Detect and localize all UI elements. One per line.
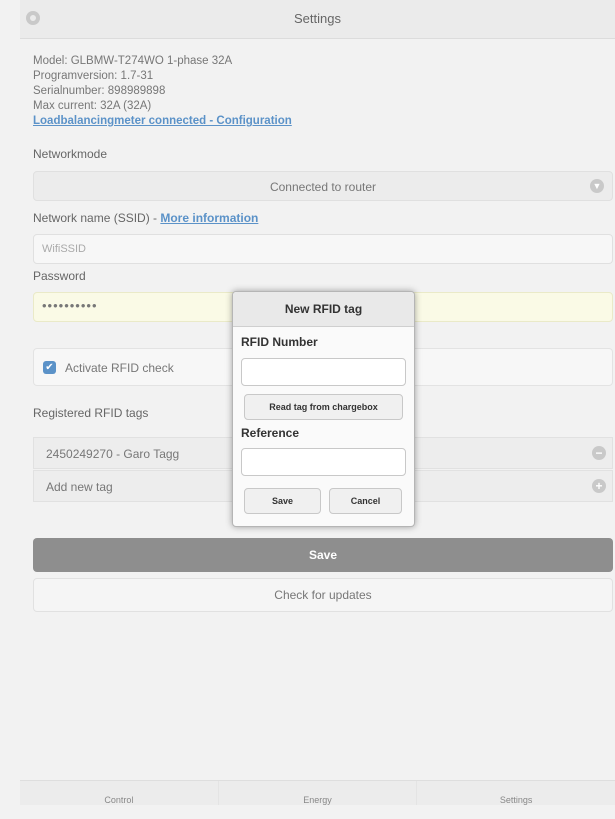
serial-number-text: Serialnumber: 898989898 [33, 85, 166, 97]
ssid-input[interactable]: WifiSSID [33, 234, 613, 264]
dialog-cancel-button[interactable]: Cancel [329, 488, 402, 514]
chevron-down-icon: ▼ [590, 179, 604, 193]
max-current-text: Max current: 32A (32A) [33, 100, 152, 112]
activate-rfid-checkbox[interactable]: ✔ [43, 361, 56, 374]
networkmode-select[interactable]: Connected to router ▼ [33, 171, 613, 201]
add-new-tag-label: Add new tag [46, 480, 113, 494]
rfid-number-label: RFID Number [241, 335, 318, 349]
activate-rfid-label: Activate RFID check [65, 361, 174, 375]
program-version-text: Programversion: 1.7-31 [33, 70, 154, 82]
dialog-save-button[interactable]: Save [244, 488, 321, 514]
networkmode-value: Connected to router [269, 180, 377, 194]
registered-tags-label: Registered RFID tags [33, 406, 149, 420]
plus-circle-icon[interactable]: + [592, 479, 606, 493]
reference-label: Reference [241, 426, 300, 440]
ssid-value: WifiSSID [42, 243, 86, 255]
networkmode-label: Networkmode [33, 147, 108, 161]
read-tag-button[interactable]: Read tag from chargebox [244, 394, 403, 420]
rfid-tag-label: 2450249270 - Garo Tagg [46, 447, 180, 461]
header-bar: Settings [20, 0, 615, 39]
model-text: Model: GLBMW-T274WO 1-phase 32A [33, 55, 233, 67]
ssid-label-row: Network name (SSID) - More information [33, 211, 258, 225]
page-title: Settings [294, 11, 341, 26]
loadbalancing-config-link[interactable]: Loadbalancingmeter connected - Configura… [33, 115, 292, 127]
ssid-label: Network name (SSID) - [33, 211, 161, 225]
reference-input[interactable] [241, 448, 406, 476]
password-value: •••••••••• [42, 298, 98, 313]
minus-circle-icon[interactable]: − [592, 446, 606, 460]
tab-control[interactable]: Control [20, 781, 218, 805]
tab-energy[interactable]: Energy [217, 781, 417, 805]
save-button[interactable]: Save [33, 538, 613, 572]
tab-settings[interactable]: Settings [416, 781, 615, 805]
rfid-number-input[interactable] [241, 358, 406, 386]
bottom-tab-bar: Control Energy Settings [20, 780, 615, 805]
dialog-title: New RFID tag [233, 292, 414, 327]
password-label: Password [33, 269, 86, 283]
new-rfid-tag-dialog: New RFID tag RFID Number Read tag from c… [232, 291, 415, 527]
check-updates-button[interactable]: Check for updates [33, 578, 613, 612]
more-information-link[interactable]: More information [160, 211, 258, 225]
device-info: Model: GLBMW-T274WO 1-phase 32A Programv… [33, 54, 292, 129]
